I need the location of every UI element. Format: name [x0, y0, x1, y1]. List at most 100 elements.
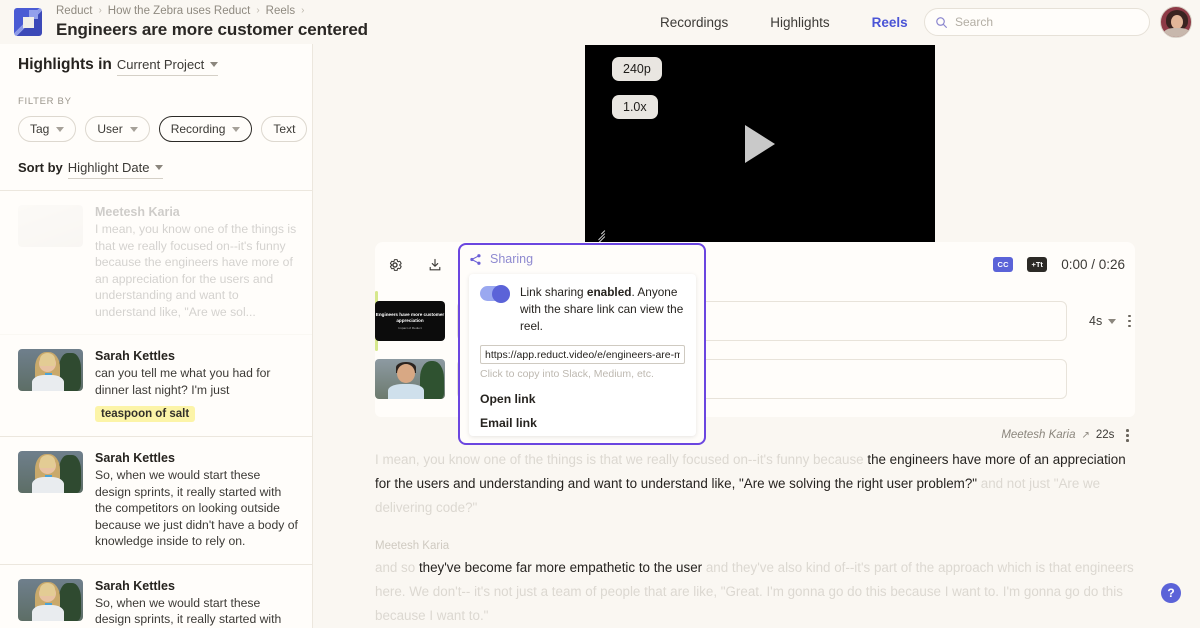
download-button[interactable]: [415, 242, 455, 287]
sharing-popup-header: Sharing: [460, 245, 704, 266]
share-link-input[interactable]: [480, 345, 685, 364]
sort-by-selector[interactable]: Highlight Date: [67, 160, 164, 179]
title-block: Reduct › How the Zebra uses Reduct › Ree…: [56, 4, 368, 40]
chevron-down-icon: [56, 126, 65, 132]
filter-chip-text-label: Text: [273, 122, 296, 136]
breadcrumb-separator: ›: [256, 5, 260, 16]
highlight-text: I mean, you know one of the things is th…: [95, 222, 297, 319]
clip-more-button[interactable]: [1122, 311, 1137, 332]
highlights-sidebar: Highlights in Current Project FILTER BY …: [0, 44, 313, 628]
captions-button[interactable]: CC: [993, 257, 1014, 272]
gear-icon: [389, 258, 402, 271]
link-sharing-status-value: enabled: [586, 285, 632, 299]
transcript-more-button[interactable]: [1120, 425, 1135, 446]
chevron-down-icon[interactable]: [1108, 318, 1117, 324]
app-header: Reduct › How the Zebra uses Reduct › Ree…: [0, 0, 1200, 44]
link-sharing-status-suffix: .: [631, 285, 635, 299]
breadcrumb-separator: ›: [98, 5, 102, 16]
clip-thumbnail-line1: Engineers have more customer appreciatio…: [375, 311, 445, 323]
sort-by-value: Highlight Date: [67, 160, 150, 175]
timecode: 0:00 / 0:26: [1061, 257, 1125, 272]
filter-chip-text[interactable]: Text: [261, 116, 308, 142]
logo-wrap[interactable]: [0, 8, 56, 36]
main-nav: Recordings Highlights Reels: [660, 0, 908, 44]
nav-tab-highlights[interactable]: Highlights: [770, 15, 829, 30]
main-content: 240p 1.0x CC +Tt 0:00 / 0:26 Engineers h…: [313, 44, 1200, 628]
sort-by-label: Sort by: [18, 160, 63, 175]
chevron-down-icon: [155, 165, 164, 170]
nav-tab-recordings[interactable]: Recordings: [660, 15, 728, 30]
settings-button[interactable]: [375, 242, 415, 287]
link-sharing-text: Link sharing enabled. Anyone with the sh…: [520, 284, 685, 335]
highlight-thumbnail: [18, 205, 83, 247]
highlight-speaker: Sarah Kettles: [95, 349, 175, 363]
transcript-time: 22s: [1095, 429, 1115, 442]
list-item[interactable]: Sarah Kettles can you tell me what you h…: [0, 335, 312, 437]
search-icon: [936, 16, 947, 28]
help-icon[interactable]: ?: [1161, 583, 1181, 603]
sidebar-title-label: Highlights in: [18, 56, 112, 73]
clip-thumbnail-line2: Impact of Reduct: [398, 326, 422, 331]
open-link-button[interactable]: Open link: [480, 392, 685, 406]
link-sharing-toggle[interactable]: [480, 284, 510, 303]
transcript: Meetesh Karia ↗ 22s I mean, you know one…: [375, 425, 1135, 628]
breadcrumb-item-0[interactable]: Reduct: [56, 4, 92, 18]
transcript-speaker: Meetesh Karia: [1001, 429, 1076, 442]
reduct-logo-icon[interactable]: [14, 8, 42, 36]
highlight-thumbnail: [18, 451, 83, 493]
resize-grip-icon[interactable]: [591, 225, 606, 247]
nav-tab-reels[interactable]: Reels: [872, 15, 908, 30]
transcript-speaker: Meetesh Karia: [375, 539, 450, 552]
chevron-down-icon: [210, 62, 219, 67]
filter-by-label: FILTER BY: [18, 96, 72, 107]
highlight-speaker: Sarah Kettles: [95, 578, 175, 593]
clip-thumbnail-title[interactable]: Engineers have more customer appreciatio…: [375, 301, 445, 341]
highlight-text: So, when we would start these design spr…: [95, 595, 282, 627]
clip-thumbnail-person[interactable]: [375, 359, 445, 399]
project-selector[interactable]: Current Project: [116, 57, 219, 76]
highlight-list: Meetesh Karia I mean, you know one of th…: [0, 190, 312, 628]
email-link-button[interactable]: Email link: [480, 416, 685, 430]
sharing-popup: Sharing Link sharing enabled. Anyone wit…: [458, 243, 706, 445]
page-title: Engineers are more customer centered: [56, 20, 368, 39]
transcript-run-included: they've become far more empathetic to th…: [418, 559, 706, 575]
status-badge[interactable]: teaspoon of salt: [95, 406, 196, 422]
highlight-text: So, when we would start these design spr…: [95, 468, 298, 548]
speed-badge[interactable]: 1.0x: [612, 95, 658, 119]
breadcrumb-item-2[interactable]: Reels: [266, 4, 295, 18]
link-sharing-status-prefix: Link sharing: [520, 285, 587, 299]
filter-chip-user[interactable]: User: [85, 116, 150, 142]
transcript-text[interactable]: and so they've become far more empatheti…: [375, 556, 1135, 628]
share-icon: [470, 253, 481, 265]
share-link-hint: Click to copy into Slack, Medium, etc.: [480, 368, 654, 380]
transcript-block: Meetesh Karia and so they've become far …: [375, 536, 1135, 628]
play-icon[interactable]: [745, 125, 775, 163]
avatar[interactable]: [1160, 6, 1192, 38]
chevron-down-icon: [129, 126, 138, 132]
breadcrumb: Reduct › How the Zebra uses Reduct › Ree…: [56, 4, 368, 18]
breadcrumb-separator: ›: [301, 5, 305, 16]
clip-duration[interactable]: 4s: [1089, 314, 1102, 328]
filter-chip-tag-label: Tag: [30, 122, 50, 136]
breadcrumb-item-1[interactable]: How the Zebra uses Reduct: [108, 4, 251, 18]
filter-chip-tag[interactable]: Tag: [18, 116, 77, 142]
download-icon: [429, 258, 441, 270]
filter-chip-recording[interactable]: Recording: [158, 116, 253, 142]
list-item[interactable]: Sarah Kettles So, when we would start th…: [0, 565, 312, 628]
search-input[interactable]: [955, 15, 1139, 29]
link-sharing-row: Link sharing enabled. Anyone with the sh…: [480, 284, 685, 335]
transcript-run-excluded: I mean, you know one of the things is th…: [375, 451, 868, 467]
search-box[interactable]: [924, 8, 1150, 36]
quality-badge[interactable]: 240p: [612, 57, 662, 81]
add-text-button[interactable]: +Tt: [1027, 257, 1048, 272]
video-player[interactable]: 240p 1.0x: [585, 45, 935, 247]
clip-meta: 4s: [1089, 301, 1137, 341]
external-link-icon[interactable]: ↗: [1081, 430, 1089, 441]
sharing-popup-title: Sharing: [490, 252, 534, 266]
highlight-thumbnail: [18, 349, 83, 391]
highlight-speaker: Meetesh Karia: [95, 205, 180, 219]
list-item[interactable]: Sarah Kettles So, when we would start th…: [0, 437, 312, 565]
toolbar-right: CC +Tt 0:00 / 0:26: [993, 242, 1125, 287]
list-item[interactable]: Meetesh Karia I mean, you know one of th…: [0, 191, 312, 335]
transcript-text[interactable]: I mean, you know one of the things is th…: [375, 448, 1135, 520]
